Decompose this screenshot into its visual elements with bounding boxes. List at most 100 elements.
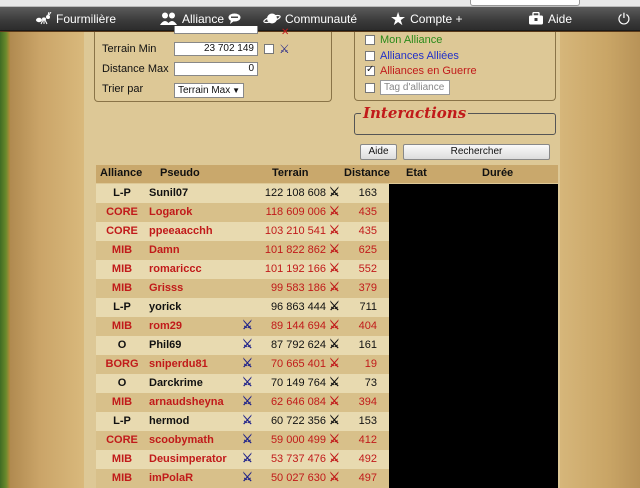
col-distance[interactable]: Distance: [344, 167, 390, 179]
row-pseudo[interactable]: imPolaR: [149, 472, 193, 484]
row-pseudo[interactable]: Phil69: [149, 339, 181, 351]
attack-swords-icon[interactable]: ⚔: [242, 470, 253, 484]
interactions-title: Interactions: [361, 104, 469, 122]
row-distance: 552: [358, 263, 377, 275]
terrain-min-input[interactable]: 23 702 149: [174, 42, 258, 56]
red-swords-icon[interactable]: ⚔: [329, 299, 340, 313]
row-pseudo[interactable]: Sunil07: [149, 187, 188, 199]
row-pseudo[interactable]: romariccc: [149, 263, 202, 275]
table-row[interactable]: O Darckrime 70 149 764 73 ⚔ ⚔: [96, 374, 389, 393]
rechercher-button[interactable]: Rechercher: [403, 144, 550, 160]
nav-aide[interactable]: Aide: [528, 7, 572, 31]
row-distance: 412: [358, 434, 377, 446]
table-row[interactable]: MIB Deusimperator 53 737 476 492 ⚔ ⚔: [96, 450, 389, 469]
row-terrain: 70 149 764: [270, 377, 326, 389]
row-alliance: CORE: [106, 206, 138, 218]
col-pseudo[interactable]: Pseudo: [160, 167, 200, 179]
tag-checkbox[interactable]: [365, 82, 375, 93]
table-row[interactable]: MIB imPolaR 50 027 630 497 ⚔ ⚔: [96, 469, 389, 488]
table-row[interactable]: CORE scoobymath 59 000 499 412 ⚔ ⚔: [96, 431, 389, 450]
row-distance: 625: [358, 244, 377, 256]
row-alliance: BORG: [105, 358, 139, 370]
red-swords-icon[interactable]: ⚔: [329, 356, 340, 370]
table-row[interactable]: O Phil69 87 792 624 161 ⚔ ⚔: [96, 336, 389, 355]
red-swords-icon[interactable]: ⚔: [329, 451, 340, 465]
filter-alliances-alliees[interactable]: Alliances Alliées: [365, 50, 459, 62]
table-row[interactable]: MIB rom29 89 144 694 404 ⚔ ⚔: [96, 317, 389, 336]
attack-swords-icon[interactable]: ⚔: [242, 432, 253, 446]
attack-swords-icon[interactable]: ⚔: [242, 337, 253, 351]
terrain-min-checkbox[interactable]: [264, 44, 274, 54]
red-swords-icon[interactable]: ⚔: [329, 223, 340, 237]
table-row[interactable]: L-P hermod 60 722 356 153 ⚔ ⚔: [96, 412, 389, 431]
trier-par-select[interactable]: Terrain Max ▼: [174, 83, 244, 98]
left-wood-border: [10, 32, 84, 488]
attack-swords-icon[interactable]: ⚔: [242, 413, 253, 427]
red-swords-icon[interactable]: ⚔: [329, 204, 340, 218]
row-pseudo[interactable]: sniperdu81: [149, 358, 208, 370]
row-distance: 379: [358, 282, 377, 294]
browser-scrollbar[interactable]: [0, 0, 640, 7]
table-row[interactable]: CORE Logarok 118 609 006 435 ⚔: [96, 203, 389, 222]
power-icon[interactable]: ⏻: [618, 7, 630, 31]
scrollbar-thumb[interactable]: [470, 0, 580, 6]
red-swords-icon[interactable]: ⚔: [329, 280, 340, 294]
table-row[interactable]: MIB romariccc 101 192 166 552 ⚔: [96, 260, 389, 279]
mon-alliance-checkbox[interactable]: [365, 35, 375, 45]
row-pseudo[interactable]: Deusimperator: [149, 453, 227, 465]
row-pseudo[interactable]: Logarok: [149, 206, 192, 218]
red-swords-icon[interactable]: ⚔: [329, 261, 340, 275]
attack-swords-icon[interactable]: ⚔: [242, 356, 253, 370]
table-row[interactable]: MIB Damn 101 822 862 625 ⚔: [96, 241, 389, 260]
table-row[interactable]: L-P yorick 96 863 444 711 ⚔: [96, 298, 389, 317]
attack-swords-icon[interactable]: ⚔: [242, 451, 253, 465]
red-swords-icon[interactable]: ⚔: [329, 318, 340, 332]
table-row[interactable]: MIB arnaudsheyna 62 646 084 394 ⚔ ⚔: [96, 393, 389, 412]
row-pseudo[interactable]: Darckrime: [149, 377, 203, 389]
row-pseudo[interactable]: ppeeaacchh: [149, 225, 213, 237]
guerre-label: Alliances en Guerre: [380, 65, 477, 77]
red-swords-icon[interactable]: ⚔: [329, 185, 340, 199]
filter-mon-alliance[interactable]: Mon Alliance: [365, 34, 442, 46]
col-alliance[interactable]: Alliance: [100, 167, 142, 179]
red-swords-icon[interactable]: ⚔: [329, 470, 340, 484]
red-swords-icon[interactable]: ⚔: [329, 375, 340, 389]
attack-swords-icon[interactable]: ⚔: [242, 394, 253, 408]
tag-alliance-input[interactable]: Tag d'alliance: [380, 80, 450, 95]
table-row[interactable]: BORG sniperdu81 70 665 401 19 ⚔ ⚔: [96, 355, 389, 374]
row-alliance: MIB: [111, 282, 133, 294]
row-pseudo[interactable]: Damn: [149, 244, 180, 256]
aide-button[interactable]: Aide: [360, 144, 397, 160]
row-pseudo[interactable]: arnaudsheyna: [149, 396, 224, 408]
row-pseudo[interactable]: Grisss: [149, 282, 183, 294]
nav-fourmiliere[interactable]: Fourmilière: [36, 7, 116, 31]
filter-alliances-guerre[interactable]: Alliances en Guerre: [365, 64, 477, 77]
nav-compte[interactable]: ★ Compte +: [390, 7, 463, 31]
row-pseudo[interactable]: yorick: [149, 301, 181, 313]
row-pseudo[interactable]: hermod: [149, 415, 189, 427]
attack-swords-icon[interactable]: ⚔: [242, 318, 253, 332]
mon-alliance-label: Mon Alliance: [380, 34, 443, 46]
distance-max-label: Distance Max: [102, 63, 169, 75]
table-row[interactable]: L-P Sunil07 122 108 608 163 ⚔: [96, 184, 389, 203]
col-terrain[interactable]: Terrain: [272, 167, 308, 179]
row-pseudo[interactable]: scoobymath: [149, 434, 214, 446]
table-row[interactable]: MIB Grisss 99 583 186 379 ⚔: [96, 279, 389, 298]
red-swords-icon[interactable]: ⚔: [329, 432, 340, 446]
distance-max-input[interactable]: 0: [174, 62, 258, 76]
attack-swords-icon[interactable]: ⚔: [242, 375, 253, 389]
red-swords-icon[interactable]: ⚔: [329, 242, 340, 256]
table-row[interactable]: CORE ppeeaacchh 103 210 541 435 ⚔: [96, 222, 389, 241]
row-alliance: L-P: [113, 301, 131, 313]
red-swords-icon[interactable]: ⚔: [329, 394, 340, 408]
row-alliance: MIB: [111, 244, 133, 256]
row-alliance: MIB: [111, 320, 133, 332]
red-swords-icon[interactable]: ⚔: [329, 337, 340, 351]
row-pseudo[interactable]: rom29: [149, 320, 182, 332]
nav-communaute[interactable]: Communauté: [263, 7, 357, 31]
red-swords-icon[interactable]: ⚔: [329, 413, 340, 427]
results-table-header: Alliance Pseudo Terrain Distance Etat Du…: [96, 165, 558, 183]
hidden-top-field: [174, 26, 258, 34]
alliees-checkbox[interactable]: [365, 51, 375, 61]
guerre-checkbox[interactable]: [365, 64, 375, 76]
